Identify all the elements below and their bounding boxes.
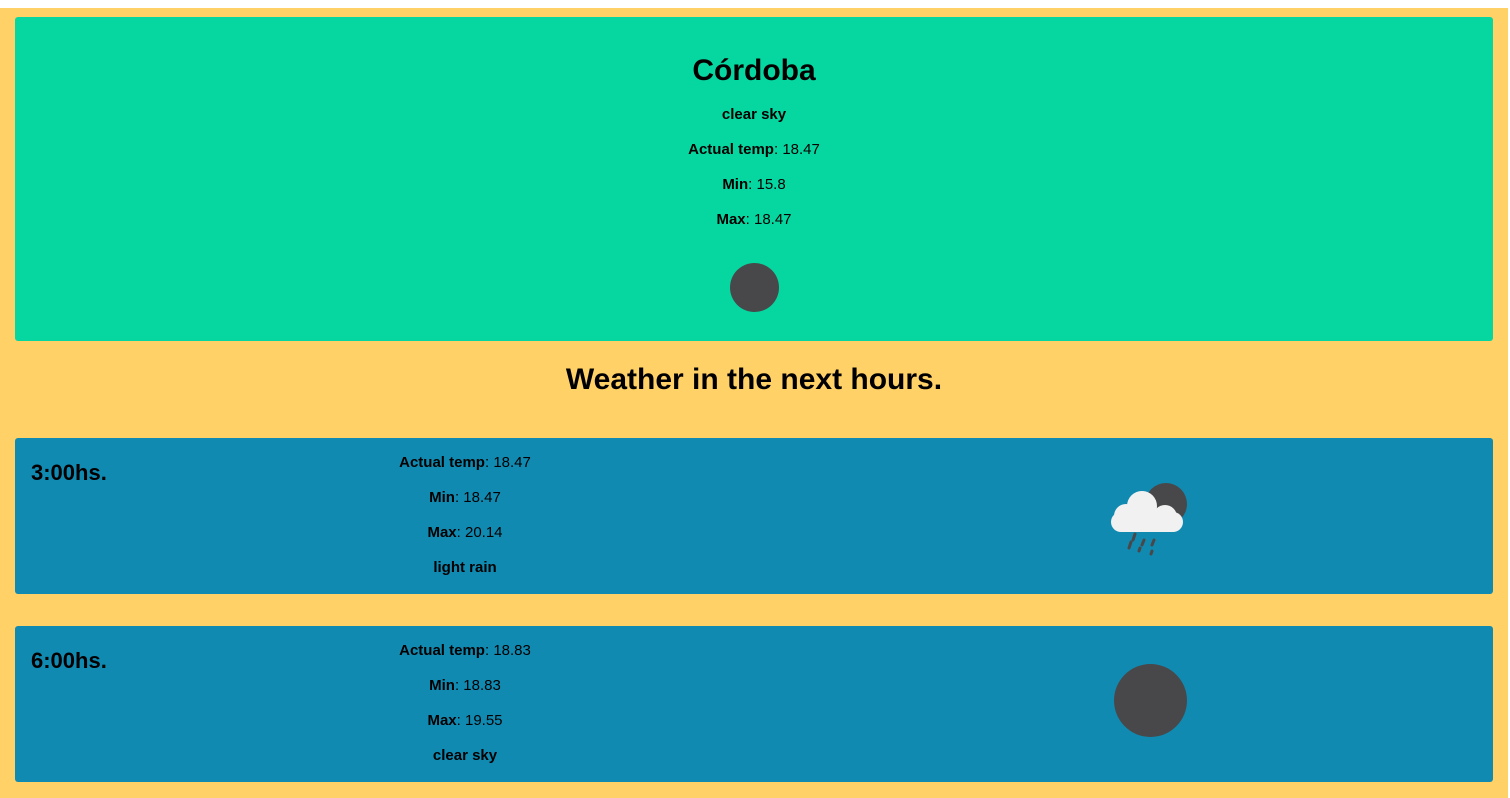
forecast-hour: 6:00hs. bbox=[31, 648, 107, 673]
moon-icon bbox=[1114, 664, 1187, 737]
forecast-actual-temp-value: : 18.47 bbox=[484, 454, 531, 471]
forecast-heading: Weather in the next hours. bbox=[565, 363, 943, 396]
forecast-stats: Actual temp: 18.47 Min: 18.47 Max: 20.14… bbox=[345, 454, 585, 594]
forecast-hour: 3:00hs. bbox=[31, 460, 107, 485]
current-min-label: Min bbox=[722, 176, 749, 193]
current-max-label: Max bbox=[716, 211, 746, 228]
forecast-min-value: : 18.47 bbox=[454, 489, 501, 506]
city-name: Córdoba bbox=[692, 54, 816, 87]
rain-cloud-moon-icon-svg bbox=[1111, 483, 1187, 556]
forecast-actual-temp-label: Actual temp bbox=[399, 642, 485, 659]
forecast-stats: Actual temp: 18.83 Min: 18.83 Max: 19.55… bbox=[345, 642, 585, 782]
moon-icon-wrap bbox=[1105, 656, 1195, 746]
forecast-min-label: Min bbox=[429, 489, 455, 506]
forecast-actual-temp-value: : 18.83 bbox=[484, 642, 531, 659]
forecast-description: clear sky bbox=[432, 747, 498, 764]
forecast-min-label: Min bbox=[429, 677, 455, 694]
current-min-temp: Min: 15.8 bbox=[15, 176, 1493, 194]
current-actual-temp-value: : 18.47 bbox=[773, 141, 820, 158]
current-weather-card: Córdoba clear sky Actual temp: 18.47 Min… bbox=[15, 17, 1493, 341]
forecast-actual-temp: Actual temp: 18.47 bbox=[345, 454, 585, 489]
forecast-max-value: : 20.14 bbox=[456, 524, 503, 541]
current-actual-temp: Actual temp: 18.47 bbox=[15, 141, 1493, 159]
forecast-card: 6:00hs. Actual temp: 18.83 Min: 18.83 Ma… bbox=[15, 626, 1493, 782]
forecast-max-label: Max bbox=[427, 524, 457, 541]
forecast-actual-temp: Actual temp: 18.83 bbox=[345, 642, 585, 677]
forecast-max-temp: Max: 19.55 bbox=[345, 712, 585, 747]
forecast-min-temp: Min: 18.83 bbox=[345, 677, 585, 712]
forecast-max-label: Max bbox=[427, 712, 457, 729]
rain-cloud-moon-icon bbox=[1105, 468, 1195, 558]
current-description: clear sky bbox=[721, 106, 787, 123]
forecast-card: 3:00hs. Actual temp: 18.47 Min: 18.47 Ma… bbox=[15, 438, 1493, 594]
forecast-actual-temp-label: Actual temp bbox=[399, 454, 485, 471]
forecast-min-temp: Min: 18.47 bbox=[345, 489, 585, 524]
forecast-max-temp: Max: 20.14 bbox=[345, 524, 585, 559]
forecast-max-value: : 19.55 bbox=[456, 712, 503, 729]
moon-icon bbox=[730, 263, 779, 312]
current-max-value: : 18.47 bbox=[745, 211, 792, 228]
forecast-description: light rain bbox=[433, 559, 497, 576]
current-min-value: : 15.8 bbox=[748, 176, 786, 193]
current-max-temp: Max: 18.47 bbox=[15, 211, 1493, 229]
current-actual-temp-label: Actual temp bbox=[688, 141, 774, 158]
forecast-min-value: : 18.83 bbox=[454, 677, 501, 694]
page-background: Córdoba clear sky Actual temp: 18.47 Min… bbox=[0, 8, 1508, 798]
